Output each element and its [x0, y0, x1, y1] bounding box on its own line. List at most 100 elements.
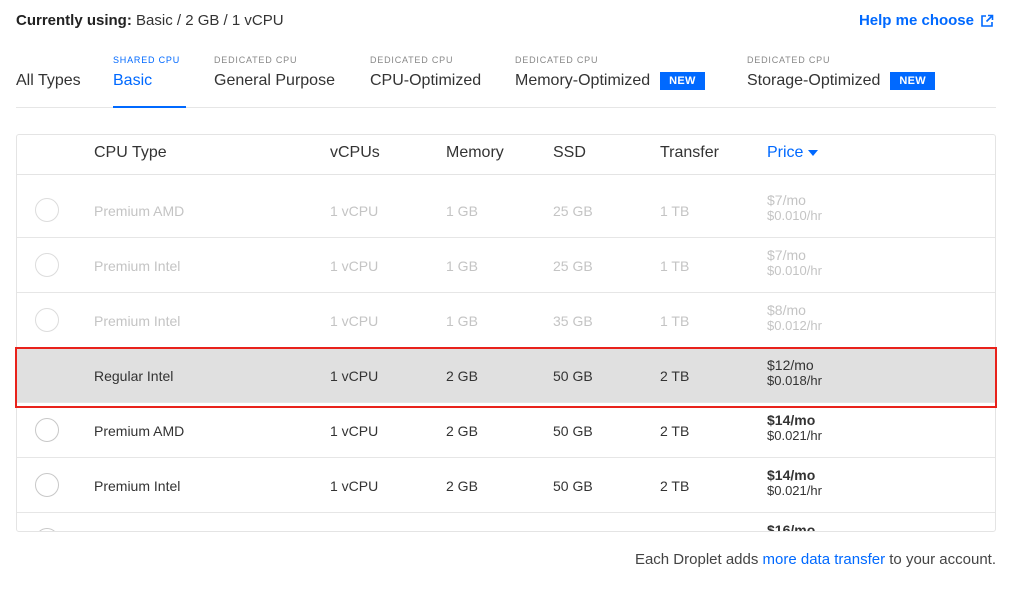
radio-button	[35, 198, 59, 222]
price-hourly: $0.018/hr	[767, 373, 822, 388]
transfer-cell: 1 TB	[660, 313, 690, 329]
price-monthly: $12/mo	[767, 357, 814, 373]
transfer-note: Each Droplet adds more data transfer to …	[635, 551, 996, 568]
price-hourly: $0.012/hr	[767, 318, 822, 333]
cpu-type-cell: Premium AMD	[94, 203, 185, 219]
help-me-choose-label: Help me choose	[858, 12, 974, 29]
tab-label-row: Memory-Optimized NEW	[515, 72, 705, 90]
price-cell: $8/mo $0.012/hr	[767, 302, 822, 334]
column-header-vcpus: vCPUs	[330, 144, 380, 161]
table-row: Premium AMD 1 vCPU 1 GB 25 GB 1 TB $7/mo…	[17, 183, 995, 238]
new-badge: NEW	[890, 72, 935, 90]
price-hourly: $0.010/hr	[767, 208, 822, 223]
transfer-note-prefix: Each Droplet adds	[634, 551, 759, 568]
tab-label-row: Storage-Optimized NEW	[747, 72, 935, 90]
vcpus-cell: 1 vCPU	[330, 478, 379, 494]
transfer-note-suffix: to your account.	[889, 551, 996, 568]
memory-cell: 1 GB	[446, 203, 478, 219]
price-cell: $14/mo $0.021/hr	[767, 413, 822, 444]
price-monthly: $7/mo	[767, 247, 806, 263]
table-row[interactable]: Premium Intel 1 vCPU 2 GB 50 GB 2 TB $14…	[17, 458, 995, 513]
tab-storage-optimized[interactable]: DEDICATED CPU Storage-Optimized NEW	[747, 52, 935, 108]
memory-cell: 2 GB	[446, 368, 478, 384]
sort-desc-icon	[808, 150, 819, 156]
transfer-cell: 1 TB	[660, 258, 690, 274]
vcpus-cell: 1 vCPU	[330, 313, 379, 329]
tab-caption: DEDICATED CPU	[515, 55, 599, 65]
ssd-cell: 50 GB	[553, 423, 593, 439]
transfer-cell: 2 TB	[660, 368, 690, 384]
new-badge: NEW	[660, 72, 705, 90]
tab-label: General Purpose	[214, 72, 335, 89]
transfer-cell: 1 TB	[660, 203, 690, 219]
tab-label: Memory-Optimized	[515, 72, 651, 89]
price-monthly: $14/mo	[767, 467, 816, 483]
radio-button	[35, 253, 59, 277]
radio-button[interactable]	[35, 418, 59, 442]
tab-label: CPU-Optimized	[370, 72, 482, 89]
ssd-cell: 25 GB	[553, 203, 593, 219]
radio-button	[35, 308, 59, 332]
cpu-type-cell: Premium Intel	[94, 258, 181, 274]
tab-caption: DEDICATED CPU	[747, 55, 831, 65]
ssd-cell: 35 GB	[553, 313, 593, 329]
memory-cell: 1 GB	[446, 258, 478, 274]
column-header-cpu-type: CPU Type	[94, 144, 167, 161]
memory-cell: 2 GB	[446, 423, 478, 439]
tab-label: Storage-Optimized	[747, 72, 881, 89]
table-row[interactable]: $16/mo	[17, 513, 995, 532]
current-plan: Currently using: Basic / 2 GB / 1 vCPU	[16, 12, 284, 29]
price-monthly: $8/mo	[767, 302, 806, 318]
price-hourly: $0.010/hr	[767, 263, 822, 278]
memory-cell: 1 GB	[446, 313, 478, 329]
column-header-price-label: Price	[767, 144, 804, 161]
cpu-type-cell: Premium Intel	[94, 478, 181, 494]
ssd-cell: 50 GB	[553, 368, 593, 384]
price-cell: $7/mo $0.010/hr	[767, 192, 822, 224]
cpu-type-cell: Regular Intel	[94, 368, 174, 384]
price-cell: $7/mo $0.010/hr	[767, 247, 822, 279]
tab-caption: DEDICATED CPU	[370, 55, 454, 65]
column-header-transfer: Transfer	[660, 144, 719, 161]
cpu-type-tabs: All Types SHARED CPU Basic DEDICATED CPU…	[16, 52, 996, 108]
radio-button[interactable]	[35, 528, 59, 531]
price-hourly: $0.021/hr	[767, 483, 822, 498]
transfer-cell: 2 TB	[660, 478, 690, 494]
more-data-transfer-link[interactable]: more data transfer	[763, 551, 886, 568]
radio-button[interactable]	[35, 473, 59, 497]
table-row[interactable]: Premium AMD 1 vCPU 2 GB 50 GB 2 TB $14/m…	[17, 403, 995, 458]
price-cell: $12/mo $0.018/hr	[767, 357, 822, 389]
table-row: Premium Intel 1 vCPU 1 GB 25 GB 1 TB $7/…	[17, 238, 995, 293]
table-row-selected[interactable]: Regular Intel 1 vCPU 2 GB 50 GB 2 TB $12…	[17, 348, 995, 403]
tab-general-purpose[interactable]: DEDICATED CPU General Purpose	[214, 52, 335, 108]
tab-basic[interactable]: SHARED CPU Basic	[113, 52, 186, 108]
current-plan-label: Currently using:	[16, 12, 132, 29]
tab-caption: DEDICATED CPU	[214, 55, 298, 65]
table-header: CPU Type vCPUs Memory SSD Transfer Price	[17, 135, 995, 175]
column-header-price[interactable]: Price	[767, 144, 819, 162]
ssd-cell: 25 GB	[553, 258, 593, 274]
tab-label: Basic	[113, 72, 153, 89]
cpu-type-cell: Premium Intel	[94, 313, 181, 329]
cpu-type-cell: Premium AMD	[94, 423, 185, 439]
price-cell: $14/mo $0.021/hr	[767, 467, 822, 499]
price-monthly: $7/mo	[767, 192, 806, 208]
vcpus-cell: 1 vCPU	[330, 423, 379, 439]
vcpus-cell: 1 vCPU	[330, 203, 379, 219]
tab-cpu-optimized[interactable]: DEDICATED CPU CPU-Optimized	[370, 52, 481, 108]
help-me-choose-link[interactable]: Help me choose	[859, 12, 994, 29]
ssd-cell: 50 GB	[553, 478, 593, 494]
table-row: Premium Intel 1 vCPU 1 GB 35 GB 1 TB $8/…	[17, 293, 995, 348]
tab-memory-optimized[interactable]: DEDICATED CPU Memory-Optimized NEW	[515, 52, 705, 108]
column-header-memory: Memory	[446, 144, 504, 161]
tab-caption: SHARED CPU	[113, 55, 181, 65]
price-cell: $16/mo	[767, 523, 815, 532]
tab-label: All Types	[16, 72, 81, 89]
column-header-ssd: SSD	[553, 144, 586, 161]
tab-all-types[interactable]: All Types	[16, 52, 81, 108]
transfer-cell: 2 TB	[660, 423, 690, 439]
droplet-size-table: CPU Type vCPUs Memory SSD Transfer Price…	[16, 134, 996, 532]
current-plan-value: Basic / 2 GB / 1 vCPU	[136, 12, 284, 29]
external-link-icon	[981, 14, 994, 27]
vcpus-cell: 1 vCPU	[330, 258, 379, 274]
